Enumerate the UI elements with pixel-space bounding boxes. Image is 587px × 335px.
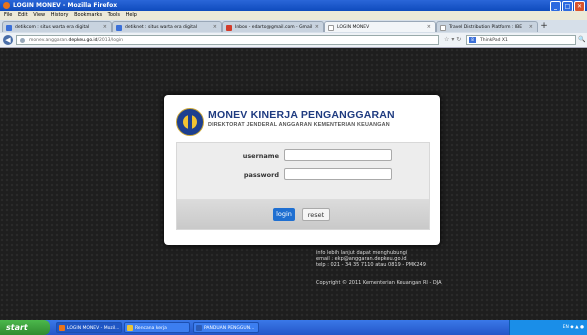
folder-icon <box>127 325 133 331</box>
tab-label: detiknet : situs warta era digital <box>125 25 198 30</box>
globe-icon <box>20 38 25 43</box>
detik-favicon-icon <box>6 25 12 31</box>
info-phone: telp : 021 - 34 35 7110 atau 0819 - PMK2… <box>316 262 426 268</box>
tab-label: detikcom : situs warta era digital <box>15 25 90 30</box>
tab-label: LOGIN MONEV <box>337 25 370 30</box>
reload-icon[interactable]: ↻ <box>456 36 461 43</box>
detik-favicon-icon <box>116 25 122 31</box>
url-domain: depkeu.go.id <box>68 38 98 43</box>
tab-label: Inbox - edarto@gmail.com - Gmail <box>235 25 313 30</box>
firefox-icon <box>3 2 10 9</box>
menu-file[interactable]: File <box>4 12 12 18</box>
login-button[interactable]: login <box>273 208 295 221</box>
tab-label: Travel Distribution Platform : IBE <box>449 25 523 30</box>
tab-login-monev[interactable]: LOGIN MONEV × <box>324 21 436 32</box>
start-button[interactable]: start <box>0 320 50 335</box>
tab-detikcom[interactable]: detikcom : situs warta era digital × <box>2 21 112 32</box>
taskbar-item-rencana[interactable]: Rencana kerja <box>124 322 190 333</box>
tab-close-icon[interactable]: × <box>529 22 533 32</box>
taskbar-item-firefox[interactable]: LOGIN MONEV - Mozil... <box>56 322 122 333</box>
tab-close-icon[interactable]: × <box>213 22 217 32</box>
reset-button[interactable]: reset <box>302 208 330 221</box>
form-actions: login reset <box>177 199 429 229</box>
kemenkeu-logo-icon <box>176 108 204 136</box>
tab-bar: detikcom : situs warta era digital × det… <box>0 20 587 34</box>
taskbar-item-label: PANDUAN PENGGUN... <box>204 326 255 331</box>
language-indicator[interactable]: EN <box>563 325 569 330</box>
start-label: start <box>6 323 28 332</box>
password-label: password <box>243 171 279 179</box>
taskbar-item-panduan[interactable]: PANDUAN PENGGUN... <box>193 322 259 333</box>
menu-tools[interactable]: Tools <box>108 12 120 18</box>
back-arrow-icon[interactable]: ◀ <box>3 35 13 45</box>
new-tab-button[interactable]: + <box>539 22 549 32</box>
url-actions: ☆ ▾ ↻ <box>444 36 461 43</box>
password-input[interactable] <box>284 168 392 180</box>
gmail-favicon-icon <box>226 25 232 31</box>
system-tray: EN ◆ ▲ ● <box>509 320 587 335</box>
copyright: Copyright © 2011 Kementerian Keuangan RI… <box>316 280 442 286</box>
login-panel: MONEV KINERJA PENGANGGARAN DIREKTORAT JE… <box>164 95 440 245</box>
google-search-engine-icon[interactable]: 8 <box>469 37 476 43</box>
tab-close-icon[interactable]: × <box>427 22 431 32</box>
search-value: ThinkPad X1 <box>480 38 508 43</box>
tab-gmail[interactable]: Inbox - edarto@gmail.com - Gmail × <box>222 21 324 32</box>
star-icon[interactable]: ☆ <box>444 36 449 43</box>
tab-close-icon[interactable]: × <box>315 22 319 32</box>
url-path: /2013/login <box>97 38 123 43</box>
url-prefix: monev.anggaran. <box>29 38 69 43</box>
taskbar: start LOGIN MONEV - Mozil... Rencana ker… <box>0 320 587 335</box>
menu-edit[interactable]: Edit <box>18 12 28 18</box>
tab-close-icon[interactable]: × <box>103 22 107 32</box>
search-icon[interactable]: 🔍 <box>578 36 585 43</box>
login-form: username password login reset <box>176 142 430 230</box>
tab-travel[interactable]: Travel Distribution Platform : IBE × <box>436 21 538 32</box>
username-label: username <box>242 152 279 160</box>
username-input[interactable] <box>284 149 392 161</box>
window-titlebar: LOGIN MONEV - Mozilla Firefox _ □ ✕ <box>0 0 587 12</box>
blank-page-icon <box>440 25 446 31</box>
app-subtitle: DIREKTORAT JENDERAL ANGGARAN KEMENTERIAN… <box>208 122 390 128</box>
tab-detiknet[interactable]: detiknet : situs warta era digital × <box>112 21 222 32</box>
menu-bar: File Edit View History Bookmarks Tools H… <box>0 11 587 20</box>
word-document-icon <box>196 325 202 331</box>
dropdown-icon[interactable]: ▾ <box>451 36 454 43</box>
blank-page-icon <box>328 25 334 31</box>
contact-info: info lebih lanjut dapat menghubungi emai… <box>316 250 426 268</box>
menu-help[interactable]: Help <box>126 12 137 18</box>
address-bar[interactable]: monev.anggaran.depkeu.go.id/2013/login <box>16 35 439 45</box>
window-title: LOGIN MONEV - Mozilla Firefox <box>13 2 118 9</box>
menu-bookmarks[interactable]: Bookmarks <box>74 12 102 18</box>
page-content: MONEV KINERJA PENGANGGARAN DIREKTORAT JE… <box>0 48 587 320</box>
navigation-bar: ◀ monev.anggaran.depkeu.go.id/2013/login… <box>0 33 587 48</box>
menu-history[interactable]: History <box>51 12 69 18</box>
taskbar-item-label: Rencana kerja <box>135 326 167 331</box>
menu-view[interactable]: View <box>33 12 45 18</box>
firefox-icon <box>59 325 65 331</box>
app-title: MONEV KINERJA PENGANGGARAN <box>208 109 395 121</box>
search-box[interactable]: 8 ThinkPad X1 <box>466 35 576 45</box>
taskbar-item-label: LOGIN MONEV - Mozil... <box>67 326 120 331</box>
